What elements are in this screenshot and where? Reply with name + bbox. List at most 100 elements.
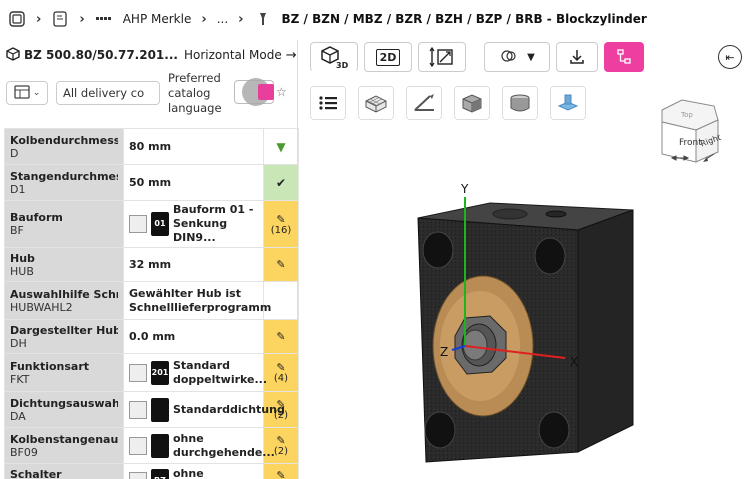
preview-thumbnail-icon bbox=[129, 363, 147, 382]
variant-badge bbox=[151, 433, 169, 458]
part-icon bbox=[254, 10, 272, 28]
z-axis-label: Z bbox=[440, 345, 448, 359]
mount-hole bbox=[538, 411, 570, 449]
flowchart-icon bbox=[617, 49, 631, 64]
property-value-cell[interactable]: 32 mm bbox=[123, 247, 264, 282]
download-button[interactable] bbox=[556, 42, 598, 72]
property-name: Funktionsart bbox=[10, 359, 90, 373]
x-axis-label: X bbox=[570, 355, 578, 369]
cylinder-icon bbox=[510, 94, 530, 112]
filter-toolbar: ⌄ All delivery co Preferred catalog lang… bbox=[0, 70, 297, 116]
property-row[interactable]: Auswahlhilfe Schne...HUBWAHL2Gewählter H… bbox=[4, 281, 299, 320]
tab-2d[interactable]: 2D bbox=[364, 42, 412, 72]
delivery-select[interactable]: All delivery co bbox=[56, 81, 160, 105]
property-value-cell[interactable]: 80 mm bbox=[123, 128, 264, 165]
cylinder-view-button[interactable] bbox=[502, 86, 538, 120]
tab-2d-label: 2D bbox=[375, 48, 401, 66]
property-name: Stangendurchmesser bbox=[10, 169, 118, 183]
pencil-icon: ✎ bbox=[276, 258, 286, 271]
confirmed-button[interactable]: ✔ bbox=[263, 164, 299, 201]
property-value-cell[interactable]: Standarddichtung bbox=[123, 391, 285, 428]
property-code: BF bbox=[10, 224, 24, 237]
list-view-button[interactable] bbox=[310, 86, 346, 120]
property-row[interactable]: Dichtungsauswahl DA Standarddichtung ✎ (2) bbox=[4, 391, 299, 428]
part-name: BZ 500.80/50.77.201... bbox=[24, 48, 178, 62]
section-view-button[interactable] bbox=[454, 86, 490, 120]
variant-badge: 201 bbox=[151, 360, 169, 385]
property-name: Kolbendurchmesser bbox=[10, 133, 118, 147]
rod-end bbox=[462, 329, 488, 361]
star-icon[interactable]: ☆ bbox=[276, 85, 287, 99]
property-name: Kolbenstangenaus... bbox=[10, 432, 118, 446]
mount-hole bbox=[422, 231, 454, 269]
breadcrumb-item-ellipsis[interactable]: ... bbox=[217, 12, 228, 26]
column-view-button[interactable]: ⌄ bbox=[6, 81, 48, 105]
measure-icon bbox=[429, 46, 453, 68]
horizontal-mode-toggle[interactable]: Horizontal Mode bbox=[184, 48, 282, 62]
page-title: BZ / BZN / MBZ / BZR / BZH / BZP / BRB -… bbox=[281, 12, 647, 26]
collapse-panel-icon[interactable]: ⇤ bbox=[718, 45, 742, 69]
property-row[interactable]: Kolbenstangenaus...BF09 ohne durchgehende… bbox=[4, 427, 299, 464]
model-viewport[interactable]: Y X Z bbox=[300, 140, 750, 479]
arrow-right-icon[interactable]: → bbox=[286, 48, 297, 63]
edit-button[interactable]: ✎ bbox=[263, 247, 299, 282]
mount-hole bbox=[534, 237, 566, 275]
property-row[interactable]: Bauform BF 01 Bauform 01 - Senkung DIN9... ✎… bbox=[4, 200, 299, 248]
y-axis-label: Y bbox=[460, 182, 469, 196]
property-row[interactable]: Dargestellter Hub DH 0.0 mm ✎ bbox=[4, 319, 299, 354]
edit-button[interactable]: ✎ (4) bbox=[263, 353, 299, 392]
render-mode-dropdown[interactable]: ▼ bbox=[484, 42, 550, 72]
catalog-icon[interactable] bbox=[51, 10, 69, 28]
property-row[interactable]: StangendurchmesserD1 50 mm ✔ bbox=[4, 164, 299, 201]
property-value-cell[interactable]: Gewählter Hub ist Schnelllieferprogramm bbox=[123, 281, 271, 320]
cube-3d-icon: 3D bbox=[321, 46, 348, 70]
chevron-right-icon: › bbox=[36, 11, 42, 27]
breadcrumb-item-manufacturer[interactable]: AHP Merkle bbox=[123, 12, 192, 26]
property-value-cell[interactable]: BZ ohne Endschalter bbox=[123, 463, 264, 479]
property-value-cell[interactable]: 0.0 mm bbox=[123, 319, 264, 354]
block-right-face bbox=[577, 209, 634, 453]
property-name: Auswahlhilfe Schne... bbox=[10, 287, 118, 301]
view-cube-top[interactable]: Top bbox=[680, 111, 693, 119]
property-value: ohne durchgehende... bbox=[173, 431, 275, 459]
edit-button[interactable]: ✎ bbox=[263, 319, 299, 354]
measure-angle-button[interactable] bbox=[406, 86, 442, 120]
filter-button[interactable]: ▼ bbox=[263, 128, 299, 165]
breadcrumb: › › AHP Merkle › ... › BZ / BZN / MBZ / … bbox=[0, 0, 750, 38]
property-row[interactable]: Funktionsart FKT 201 Standard doppeltwirke.… bbox=[4, 353, 299, 392]
tab-3d[interactable]: 3D bbox=[310, 42, 358, 72]
property-name: Schalter bbox=[10, 467, 62, 479]
property-code: DA bbox=[10, 409, 26, 423]
property-name: Dargestellter Hub bbox=[10, 323, 118, 337]
option-count: (16) bbox=[270, 224, 292, 236]
property-value: 50 mm bbox=[129, 175, 172, 189]
property-name-cell: Auswahlhilfe Schne...HUBWAHL2 bbox=[4, 281, 124, 320]
property-value: 32 mm bbox=[129, 257, 172, 271]
tab-dimensions[interactable] bbox=[418, 42, 466, 72]
export-pink-button[interactable] bbox=[604, 42, 644, 72]
mesh-view-button[interactable] bbox=[358, 86, 394, 120]
edit-button[interactable]: ✎(5) bbox=[263, 463, 299, 479]
angle-measure-icon bbox=[414, 94, 434, 111]
top-port bbox=[492, 208, 528, 220]
property-name-cell: KolbendurchmesserD bbox=[4, 128, 124, 165]
property-row[interactable]: KolbendurchmesserD 80 mm ▼ bbox=[4, 128, 299, 165]
property-code: FKT bbox=[10, 372, 30, 386]
edit-button[interactable]: ✎ (16) bbox=[263, 200, 299, 248]
property-name-cell: Bauform BF bbox=[4, 200, 124, 248]
property-value-cell[interactable]: 50 mm bbox=[123, 164, 264, 201]
catalog-home-icon[interactable] bbox=[8, 10, 26, 28]
explode-view-button[interactable] bbox=[550, 86, 586, 120]
property-row[interactable]: SchalterSCHALTER BZ ohne Endschalter ✎(5) bbox=[4, 463, 299, 479]
table-view-icon bbox=[14, 84, 30, 102]
property-value-cell[interactable]: ohne durchgehende... bbox=[123, 427, 275, 464]
properties-table: KolbendurchmesserD 80 mm ▼ Stangendurchmess… bbox=[4, 128, 299, 479]
property-value-cell[interactable]: 201 Standard doppeltwirke... bbox=[123, 353, 267, 392]
property-value-cell[interactable]: 01 Bauform 01 - Senkung DIN9... bbox=[123, 200, 264, 248]
property-row[interactable]: Hub HUB 32 mm ✎ bbox=[4, 247, 299, 282]
viewer-toolbar bbox=[310, 86, 586, 120]
top-port-small bbox=[545, 210, 567, 218]
option-count: (4) bbox=[273, 373, 289, 384]
pink-flowchart-icon[interactable] bbox=[258, 84, 274, 100]
preview-thumbnail-icon bbox=[129, 471, 147, 479]
